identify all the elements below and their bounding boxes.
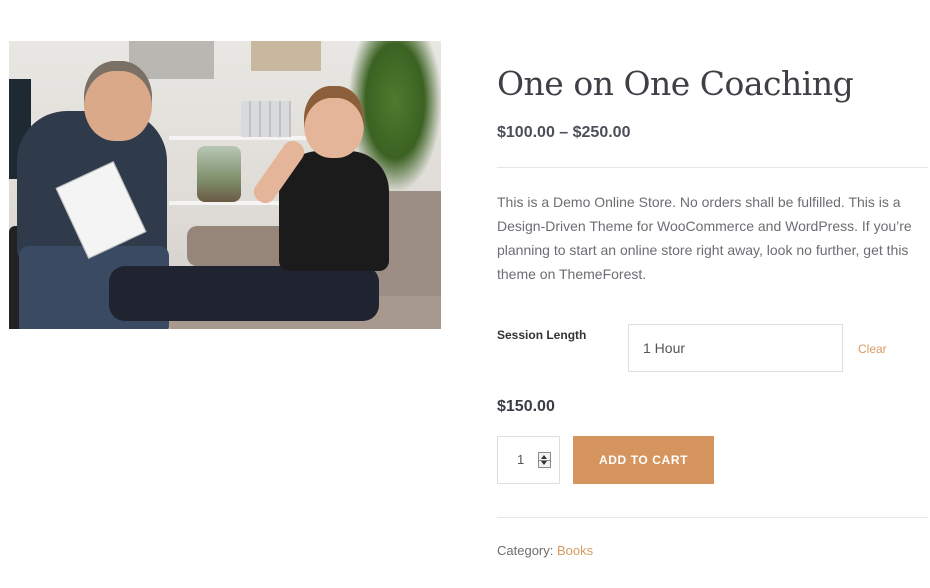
product-page: One on One Coaching $100.00 – $250.00 Th… [0,0,930,588]
product-title: One on One Coaching [497,64,854,103]
variation-label: Session Length [497,328,587,342]
photo-coach-head [84,61,152,141]
add-to-cart-button[interactable]: ADD TO CART [573,436,714,484]
photo-client-head [304,86,364,158]
photo-wall-frame-2 [251,41,321,71]
photo-client-legs [109,266,379,321]
price-range: $100.00 – $250.00 [497,124,631,141]
photo-terrarium [197,146,241,202]
quantity-spin-buttons[interactable] [538,452,551,468]
category-label: Category: [497,543,554,558]
meta-divider [497,517,928,518]
session-length-select[interactable]: 1 Hour [628,324,843,372]
product-description: This is a Demo Online Store. No orders s… [497,194,912,282]
quantity-input[interactable]: 1 [517,452,524,467]
decrement-icon[interactable] [541,461,547,465]
clear-variation-link[interactable]: Clear [858,342,887,356]
quantity-stepper[interactable]: 1 [497,436,560,484]
summary-divider [497,167,928,168]
product-image[interactable] [9,41,441,329]
variation-price: $150.00 [497,398,555,415]
category-link[interactable]: Books [557,543,593,558]
increment-icon[interactable] [541,455,547,459]
photo-client-body [279,151,389,271]
product-meta: Category: Books [497,543,593,558]
photo-binders [241,101,291,137]
